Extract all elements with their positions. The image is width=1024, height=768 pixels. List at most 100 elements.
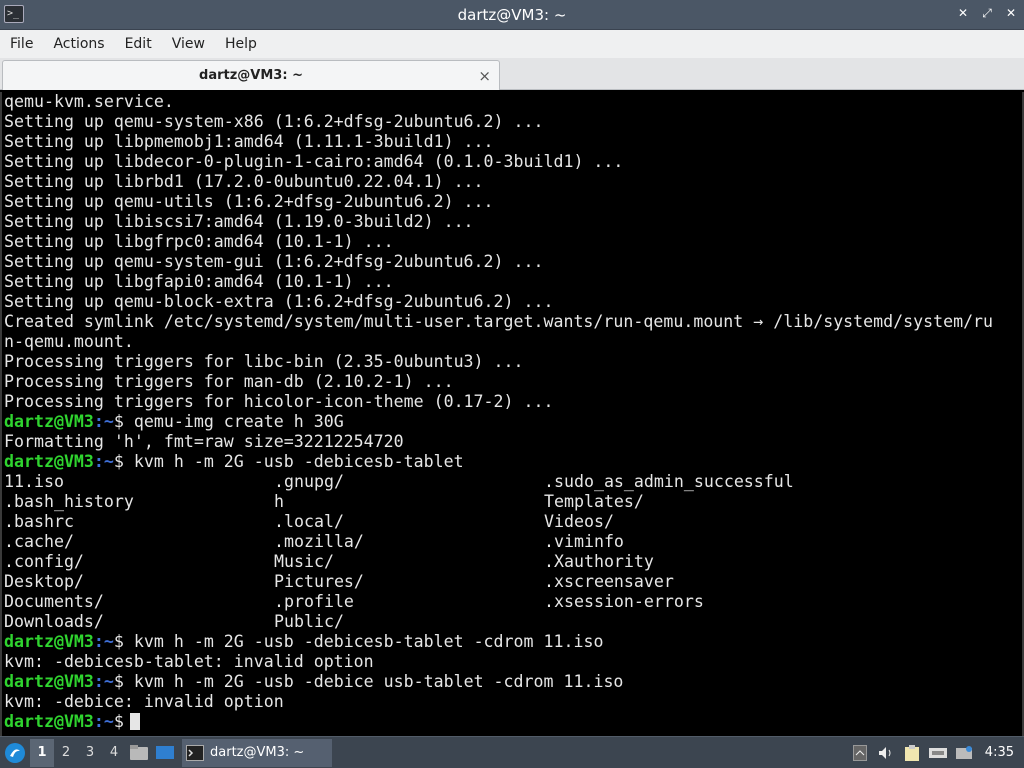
prompt-path: :~ [93, 452, 114, 471]
prompt-symbol: $ [113, 632, 124, 651]
command-text: kvm h -m 2G -usb -debicesb-tablet -cdrom… [123, 632, 604, 651]
system-tray: 4:35 [849, 741, 1024, 765]
menu-bar: File Actions Edit View Help [0, 30, 1024, 58]
menu-edit[interactable]: Edit [115, 36, 162, 52]
prompt-user: dartz@VM3 [4, 672, 94, 691]
prompt-user: dartz@VM3 [4, 632, 94, 651]
terminal-output[interactable]: qemu-kvm.service. Setting up qemu-system… [0, 92, 1024, 736]
menu-view[interactable]: View [162, 36, 215, 52]
prompt-user: dartz@VM3 [4, 412, 94, 431]
completion-item: .bash_history [4, 492, 134, 511]
workspace-2[interactable]: 2 [54, 739, 78, 767]
terminal-icon [186, 744, 204, 761]
file-manager-launcher[interactable] [126, 739, 152, 767]
output-line: kvm: -debicesb-tablet: invalid option [4, 652, 374, 671]
desktop-icon [156, 745, 174, 759]
output-line: Setting up libiscsi7:amd64 (1.19.0-3buil… [4, 212, 474, 231]
prompt-symbol: $ [113, 712, 124, 731]
command-text: qemu-img create h 30G [123, 412, 344, 431]
prompt-path: :~ [93, 632, 114, 651]
tab-label: dartz@VM3: ~ [199, 68, 303, 83]
workspace-3[interactable]: 3 [78, 739, 102, 767]
completion-item: .gnupg/ [274, 472, 344, 491]
completion-item: Pictures/ [274, 572, 364, 591]
completion-item: .Xauthority [544, 552, 654, 571]
completion-item: .mozilla/ [274, 532, 364, 551]
output-line: n-qemu.mount. [4, 332, 134, 351]
prompt-symbol: $ [113, 452, 124, 471]
output-line: Setting up qemu-block-extra (1:6.2+dfsg-… [4, 292, 554, 311]
window-titlebar: >_ dartz@VM3: ~ ✕ ⤢ ✕ [0, 0, 1024, 30]
completion-row: .cache/ .mozilla/ .viminfo [4, 532, 1022, 552]
minimize-button[interactable]: ✕ [956, 6, 970, 21]
output-line: Created symlink /etc/systemd/system/mult… [4, 312, 994, 331]
tab-bar: dartz@VM3: ~ × [0, 58, 1024, 90]
command-text: kvm h -m 2G -usb -debice usb-tablet -cdr… [123, 672, 624, 691]
completion-item: Downloads/ [4, 612, 104, 631]
prompt-user: dartz@VM3 [4, 712, 94, 731]
completion-row: .bash_history h Templates/ [4, 492, 1022, 512]
completion-row: .config/Music/ .Xauthority [4, 552, 1022, 572]
output-line: Setting up qemu-utils (1:6.2+dfsg-2ubunt… [4, 192, 494, 211]
prompt-path: :~ [93, 672, 114, 691]
volume-icon[interactable] [875, 741, 897, 765]
prompt-path: :~ [93, 712, 114, 731]
terminal-app-icon[interactable]: >_ [4, 5, 24, 23]
menu-help[interactable]: Help [215, 36, 267, 52]
output-line: Setting up libgfapi0:amd64 (10.1-1) ... [4, 272, 394, 291]
taskbar-terminal-task[interactable]: dartz@VM3: ~ [182, 738, 332, 767]
start-menu-button[interactable] [0, 738, 30, 768]
updates-icon[interactable] [953, 741, 975, 765]
lubuntu-logo-icon [5, 742, 25, 763]
output-line: kvm: -debice: invalid option [4, 692, 284, 711]
folder-icon [130, 744, 148, 760]
menu-file[interactable]: File [0, 36, 43, 52]
completion-row: .bashrc .local/Videos/ [4, 512, 1022, 532]
tab-close-icon[interactable]: × [478, 67, 491, 85]
close-window-button[interactable]: ✕ [1004, 6, 1018, 21]
completion-item: .bashrc [4, 512, 74, 531]
completion-row: Documents/ .profile .xsession-errors [4, 592, 1022, 612]
prompt-symbol: $ [113, 672, 124, 691]
completion-row: Desktop/Pictures/ .xscreensaver [4, 572, 1022, 592]
output-line: Setting up qemu-system-gui (1:6.2+dfsg-2… [4, 252, 544, 271]
completion-item: .profile [274, 592, 354, 611]
task-label: dartz@VM3: ~ [210, 745, 305, 760]
completion-item: .sudo_as_admin_successful [544, 472, 794, 491]
window-title: dartz@VM3: ~ [457, 5, 567, 24]
completion-item: .cache/ [4, 532, 74, 551]
prompt-line: dartz@VM3:~$ qemu-img create h 30G [4, 412, 1022, 432]
command-text: kvm h -m 2G -usb -debicesb-tablet [123, 452, 464, 471]
tab-terminal[interactable]: dartz@VM3: ~ × [2, 60, 500, 90]
output-line: Setting up librbd1 (17.2.0-0ubuntu0.22.0… [4, 172, 484, 191]
maximize-button[interactable]: ⤢ [980, 6, 994, 21]
output-line: Setting up libgfrpc0:amd64 (10.1-1) ... [4, 232, 394, 251]
output-line: qemu-kvm.service. [4, 92, 174, 111]
completion-item: .local/ [274, 512, 344, 531]
workspace-1[interactable]: 1 [30, 738, 54, 767]
menu-actions[interactable]: Actions [43, 36, 114, 52]
completion-item: Documents/ [4, 592, 104, 611]
output-line: Setting up libdecor-0-plugin-1-cairo:amd… [4, 152, 624, 171]
prompt-path: :~ [93, 412, 114, 431]
completion-item: Templates/ [544, 492, 644, 511]
network-icon[interactable] [927, 741, 949, 765]
completion-item: 11.iso [4, 472, 64, 491]
tray-expand-icon[interactable] [849, 741, 871, 765]
clock[interactable]: 4:35 [979, 745, 1020, 760]
prompt-user: dartz@VM3 [4, 452, 94, 471]
completion-item: Desktop/ [4, 572, 84, 591]
output-line: Setting up libpmemobj1:amd64 (1.11.1-3bu… [4, 132, 494, 151]
completion-row: 11.iso .gnupg/ .sudo_as_admin_successful [4, 472, 1022, 492]
prompt-line: dartz@VM3:~$ kvm h -m 2G -usb -debice us… [4, 672, 1022, 692]
show-desktop-button[interactable] [152, 739, 178, 767]
completion-row: Downloads/Public/ [4, 612, 1022, 632]
clipboard-icon[interactable] [901, 741, 923, 765]
prompt-symbol: $ [113, 412, 124, 431]
window-controls: ✕ ⤢ ✕ [956, 6, 1018, 21]
workspace-4[interactable]: 4 [102, 739, 126, 767]
completion-item: .viminfo [544, 532, 624, 551]
prompt-line-current[interactable]: dartz@VM3:~$ [4, 712, 1022, 732]
completion-item: .config/ [4, 552, 84, 571]
completion-item: Public/ [274, 612, 344, 631]
